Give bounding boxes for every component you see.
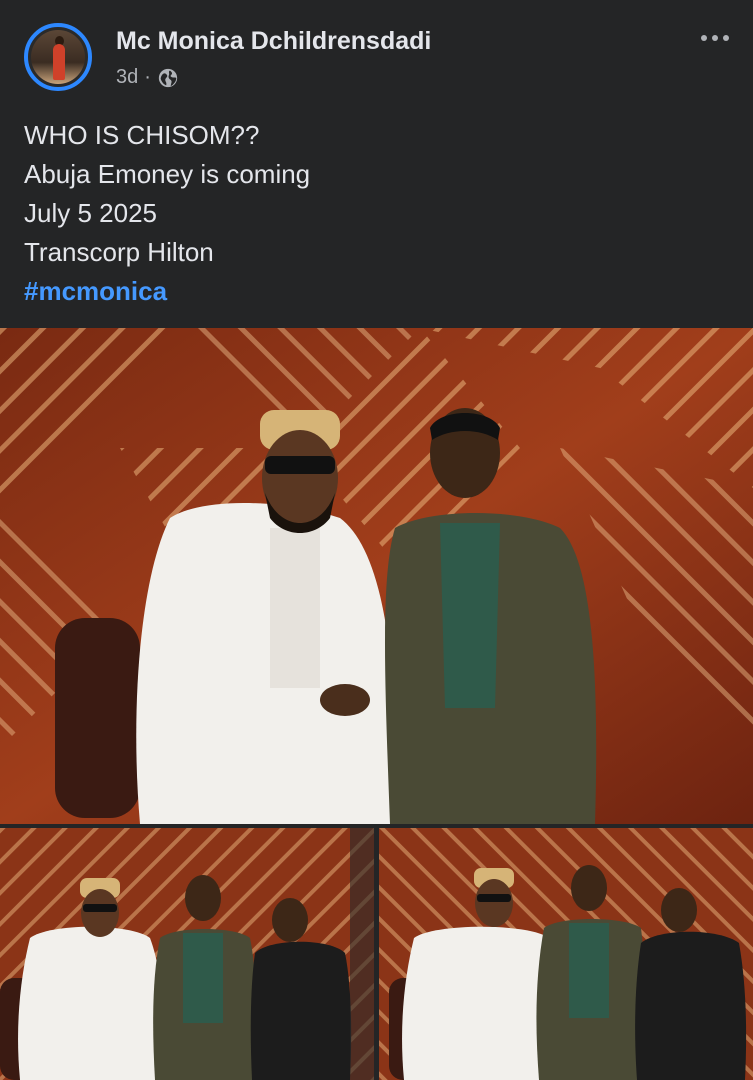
post-text: WHO IS CHISOM?? Abuja Emoney is coming J… — [24, 116, 310, 311]
post-time[interactable]: 3d — [116, 66, 138, 89]
post-photo-bottom-left[interactable] — [0, 828, 374, 1080]
avatar-image — [31, 30, 85, 84]
author-name[interactable]: Mc Monica Dchildrensdadi — [116, 27, 431, 56]
post-header: Mc Monica Dchildrensdadi 3d · — [0, 0, 753, 110]
post-meta: 3d · — [116, 66, 179, 89]
post-text-line: Transcorp Hilton — [24, 237, 214, 267]
globe-icon — [157, 67, 179, 89]
post-photo-main[interactable] — [0, 328, 753, 824]
more-options-icon[interactable] — [697, 26, 733, 50]
author-avatar[interactable] — [24, 23, 92, 91]
hashtag-link[interactable]: #mcmonica — [24, 272, 310, 311]
post-photo-bottom-right[interactable] — [379, 828, 753, 1080]
post-text-line: WHO IS CHISOM?? — [24, 120, 260, 150]
meta-separator: · — [144, 66, 151, 88]
post-text-line: July 5 2025 — [24, 198, 157, 228]
post-text-line: Abuja Emoney is coming — [24, 159, 311, 189]
